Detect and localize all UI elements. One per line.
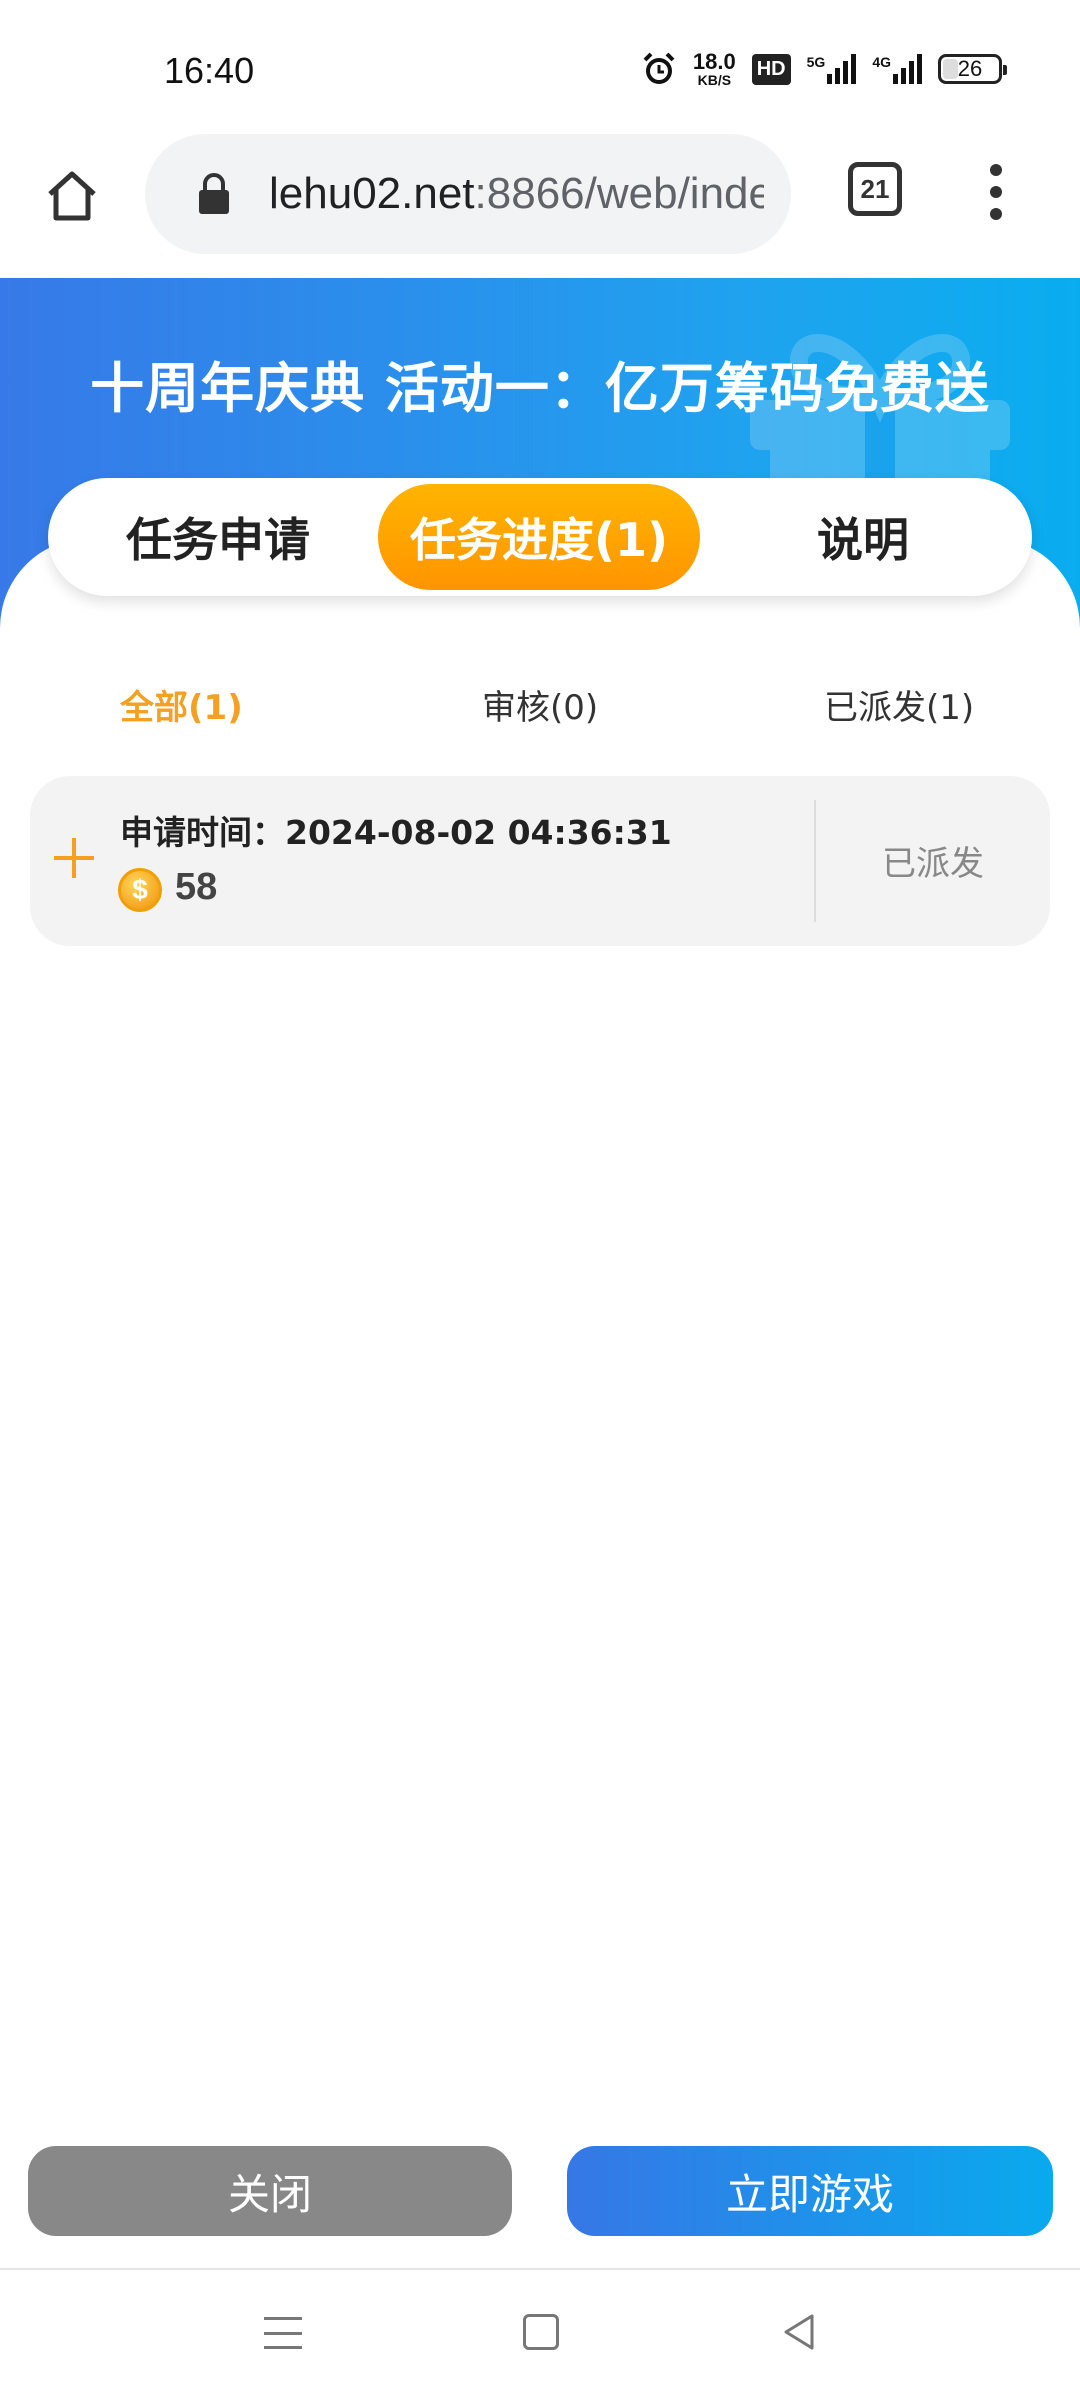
url-path: :8866/web/index xyxy=(474,169,764,218)
home-icon xyxy=(48,171,96,221)
status-badge: 已派发 xyxy=(882,844,984,884)
tab-switcher-button[interactable]: 21 xyxy=(848,162,902,216)
close-button[interactable]: 关闭 xyxy=(28,2146,512,2236)
signal-4g-icon: 4G xyxy=(872,54,922,84)
signal-5g-icon: 5G xyxy=(807,54,857,84)
apply-time: 申请时间：2024-08-02 04:36:31 xyxy=(120,806,672,854)
battery-percent: 26 xyxy=(957,56,983,81)
network-speed: 18.0 KB/S xyxy=(692,49,736,88)
filter-tab-dispatched[interactable]: 已派发(1) xyxy=(824,680,974,729)
nav-home-icon[interactable] xyxy=(523,2314,559,2350)
apply-time-label: 申请时间： xyxy=(120,813,285,852)
apply-time-value: 2024-08-02 04:36:31 xyxy=(285,813,672,852)
address-bar[interactable]: lehu02.net:8866/web/index xyxy=(145,134,791,254)
filter-tab-bar: 全部(1) 审核(0) 已派发(1) xyxy=(0,680,1080,740)
recents-menu-icon[interactable] xyxy=(264,2314,302,2352)
url-text: lehu02.net:8866/web/index xyxy=(269,169,764,219)
coin-icon: $ xyxy=(118,868,162,912)
status-icons: 18.0 KB/S HD 5G 4G 26 xyxy=(641,46,1007,92)
plus-icon[interactable] xyxy=(54,838,94,878)
url-host: lehu02.net xyxy=(269,169,475,218)
status-bar: 16:40 18.0 KB/S HD 5G 4G 26 xyxy=(0,0,1080,130)
battery-icon: 26 xyxy=(938,54,1007,84)
tab-task-apply[interactable]: 任务申请 xyxy=(68,484,368,590)
play-now-button[interactable]: 立即游戏 xyxy=(567,2146,1053,2236)
signal-4g-label: 4G xyxy=(872,54,891,70)
battery-level-fill xyxy=(943,59,958,79)
reward-amount: 58 xyxy=(175,866,218,908)
tab-task-progress[interactable]: 任务进度(1) xyxy=(378,484,700,590)
main-tab-bar: 任务申请 任务进度(1) 说明 xyxy=(48,478,1032,596)
system-nav-bar xyxy=(0,2270,1080,2400)
signal-5g-label: 5G xyxy=(806,54,826,70)
alarm-icon xyxy=(641,51,677,87)
list-item[interactable]: 申请时间：2024-08-02 04:36:31 $ 58 已派发 xyxy=(30,776,1050,946)
hd-voice-icon: HD xyxy=(751,53,791,85)
banner-title: 十周年庆典 活动一：亿万筹码免费送 xyxy=(90,357,990,420)
filter-tab-all[interactable]: 全部(1) xyxy=(120,680,243,729)
network-speed-value: 18.0 xyxy=(692,49,736,74)
more-vert-icon[interactable] xyxy=(976,160,1016,224)
back-icon[interactable] xyxy=(778,2310,822,2354)
home-button[interactable] xyxy=(36,160,108,232)
filter-tab-review[interactable]: 审核(0) xyxy=(482,680,598,729)
status-time: 16:40 xyxy=(164,50,255,91)
browser-toolbar: lehu02.net:8866/web/index 21 xyxy=(0,130,1080,278)
tab-instructions[interactable]: 说明 xyxy=(708,484,1018,590)
network-speed-unit: KB/S xyxy=(697,72,732,88)
lock-icon xyxy=(199,173,229,214)
